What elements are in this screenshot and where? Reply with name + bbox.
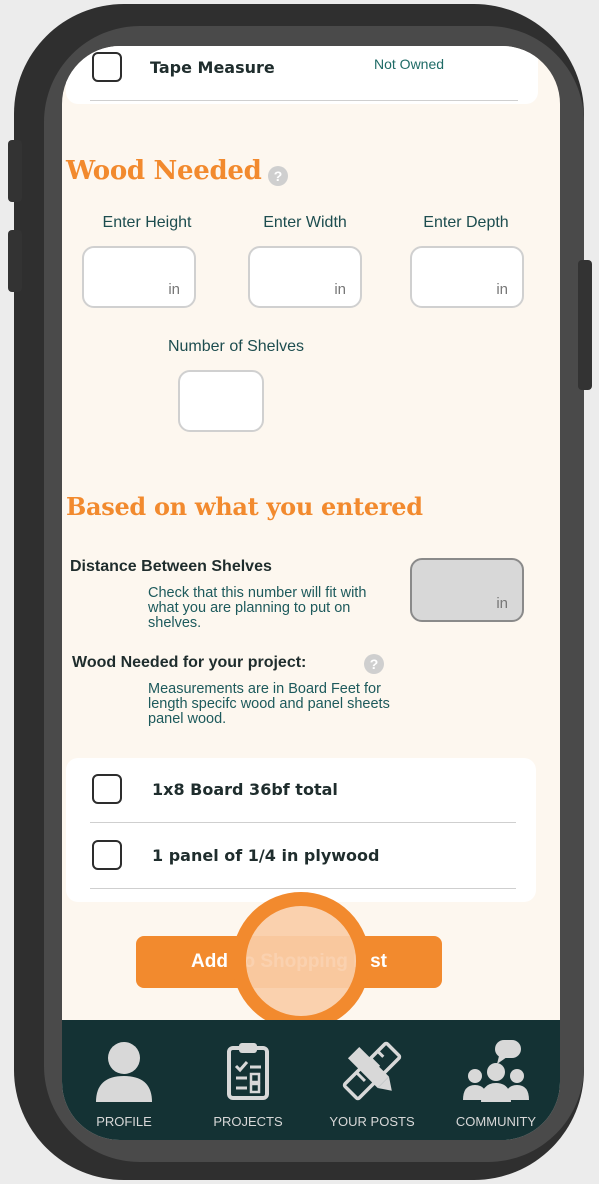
nav-item-profile[interactable]: PROFILE bbox=[62, 1020, 186, 1140]
wood-item-label: 1 panel of 1/4 in plywood bbox=[152, 846, 380, 865]
tool-status: Not Owned bbox=[374, 56, 445, 72]
side-button bbox=[8, 140, 22, 202]
wood-project-note: Measurements are in Board Feet for lengt… bbox=[148, 681, 390, 727]
distance-output: in bbox=[410, 558, 524, 622]
nav-label: COMMUNITY bbox=[455, 1114, 537, 1129]
community-icon bbox=[434, 1040, 558, 1102]
unit-label: in bbox=[168, 281, 180, 298]
height-input[interactable]: in bbox=[82, 246, 196, 308]
bottom-nav: PROFILE PROJECTS YOUR POSTS COMMUNITY bbox=[62, 1020, 560, 1140]
question-circle-icon[interactable]: ? bbox=[364, 654, 384, 674]
depth-label: Enter Depth bbox=[423, 214, 509, 231]
wood-project-label: Wood Needed for your project: bbox=[72, 654, 307, 671]
item-checkbox[interactable] bbox=[92, 774, 122, 804]
divider bbox=[90, 822, 516, 823]
unit-label: in bbox=[334, 281, 346, 298]
item-checkbox[interactable] bbox=[92, 840, 122, 870]
pencil-ruler-icon bbox=[310, 1040, 434, 1102]
unit-label: in bbox=[496, 595, 508, 612]
wood-needed-title: Wood Needed bbox=[66, 156, 262, 186]
nav-item-community[interactable]: COMMUNITY bbox=[434, 1020, 558, 1140]
nav-item-projects[interactable]: PROJECTS bbox=[186, 1020, 310, 1140]
app-screen: Tape Measure Not Owned Wood Needed ? Ent… bbox=[62, 46, 560, 1140]
distance-note: Check that this number will fit with wha… bbox=[148, 585, 367, 631]
unit-label: in bbox=[496, 281, 508, 298]
results-title: Based on what you entered bbox=[66, 492, 423, 521]
depth-input[interactable]: in bbox=[410, 246, 524, 308]
width-input[interactable]: in bbox=[248, 246, 362, 308]
profile-icon bbox=[62, 1040, 186, 1102]
distance-label: Distance Between Shelves bbox=[70, 558, 272, 575]
nav-label: PROJECTS bbox=[213, 1114, 283, 1129]
side-button bbox=[8, 230, 22, 292]
side-button bbox=[578, 260, 592, 390]
shelves-input[interactable] bbox=[178, 370, 264, 432]
clipboard-icon bbox=[186, 1040, 310, 1102]
tap-indicator bbox=[232, 892, 370, 1030]
tools-card bbox=[66, 46, 538, 104]
width-label: Enter Width bbox=[263, 214, 347, 231]
nav-item-your-posts[interactable]: YOUR POSTS bbox=[310, 1020, 434, 1140]
tape-measure-checkbox[interactable] bbox=[92, 52, 122, 82]
shelves-label: Number of Shelves bbox=[167, 338, 305, 355]
divider bbox=[90, 888, 516, 889]
question-circle-icon[interactable]: ? bbox=[268, 166, 288, 186]
nav-label: PROFILE bbox=[96, 1114, 152, 1129]
tool-name: Tape Measure bbox=[150, 58, 275, 77]
wood-item-label: 1x8 Board 36bf total bbox=[152, 780, 338, 799]
divider bbox=[90, 100, 518, 101]
height-label: Enter Height bbox=[102, 214, 192, 231]
nav-label: YOUR POSTS bbox=[329, 1114, 415, 1129]
